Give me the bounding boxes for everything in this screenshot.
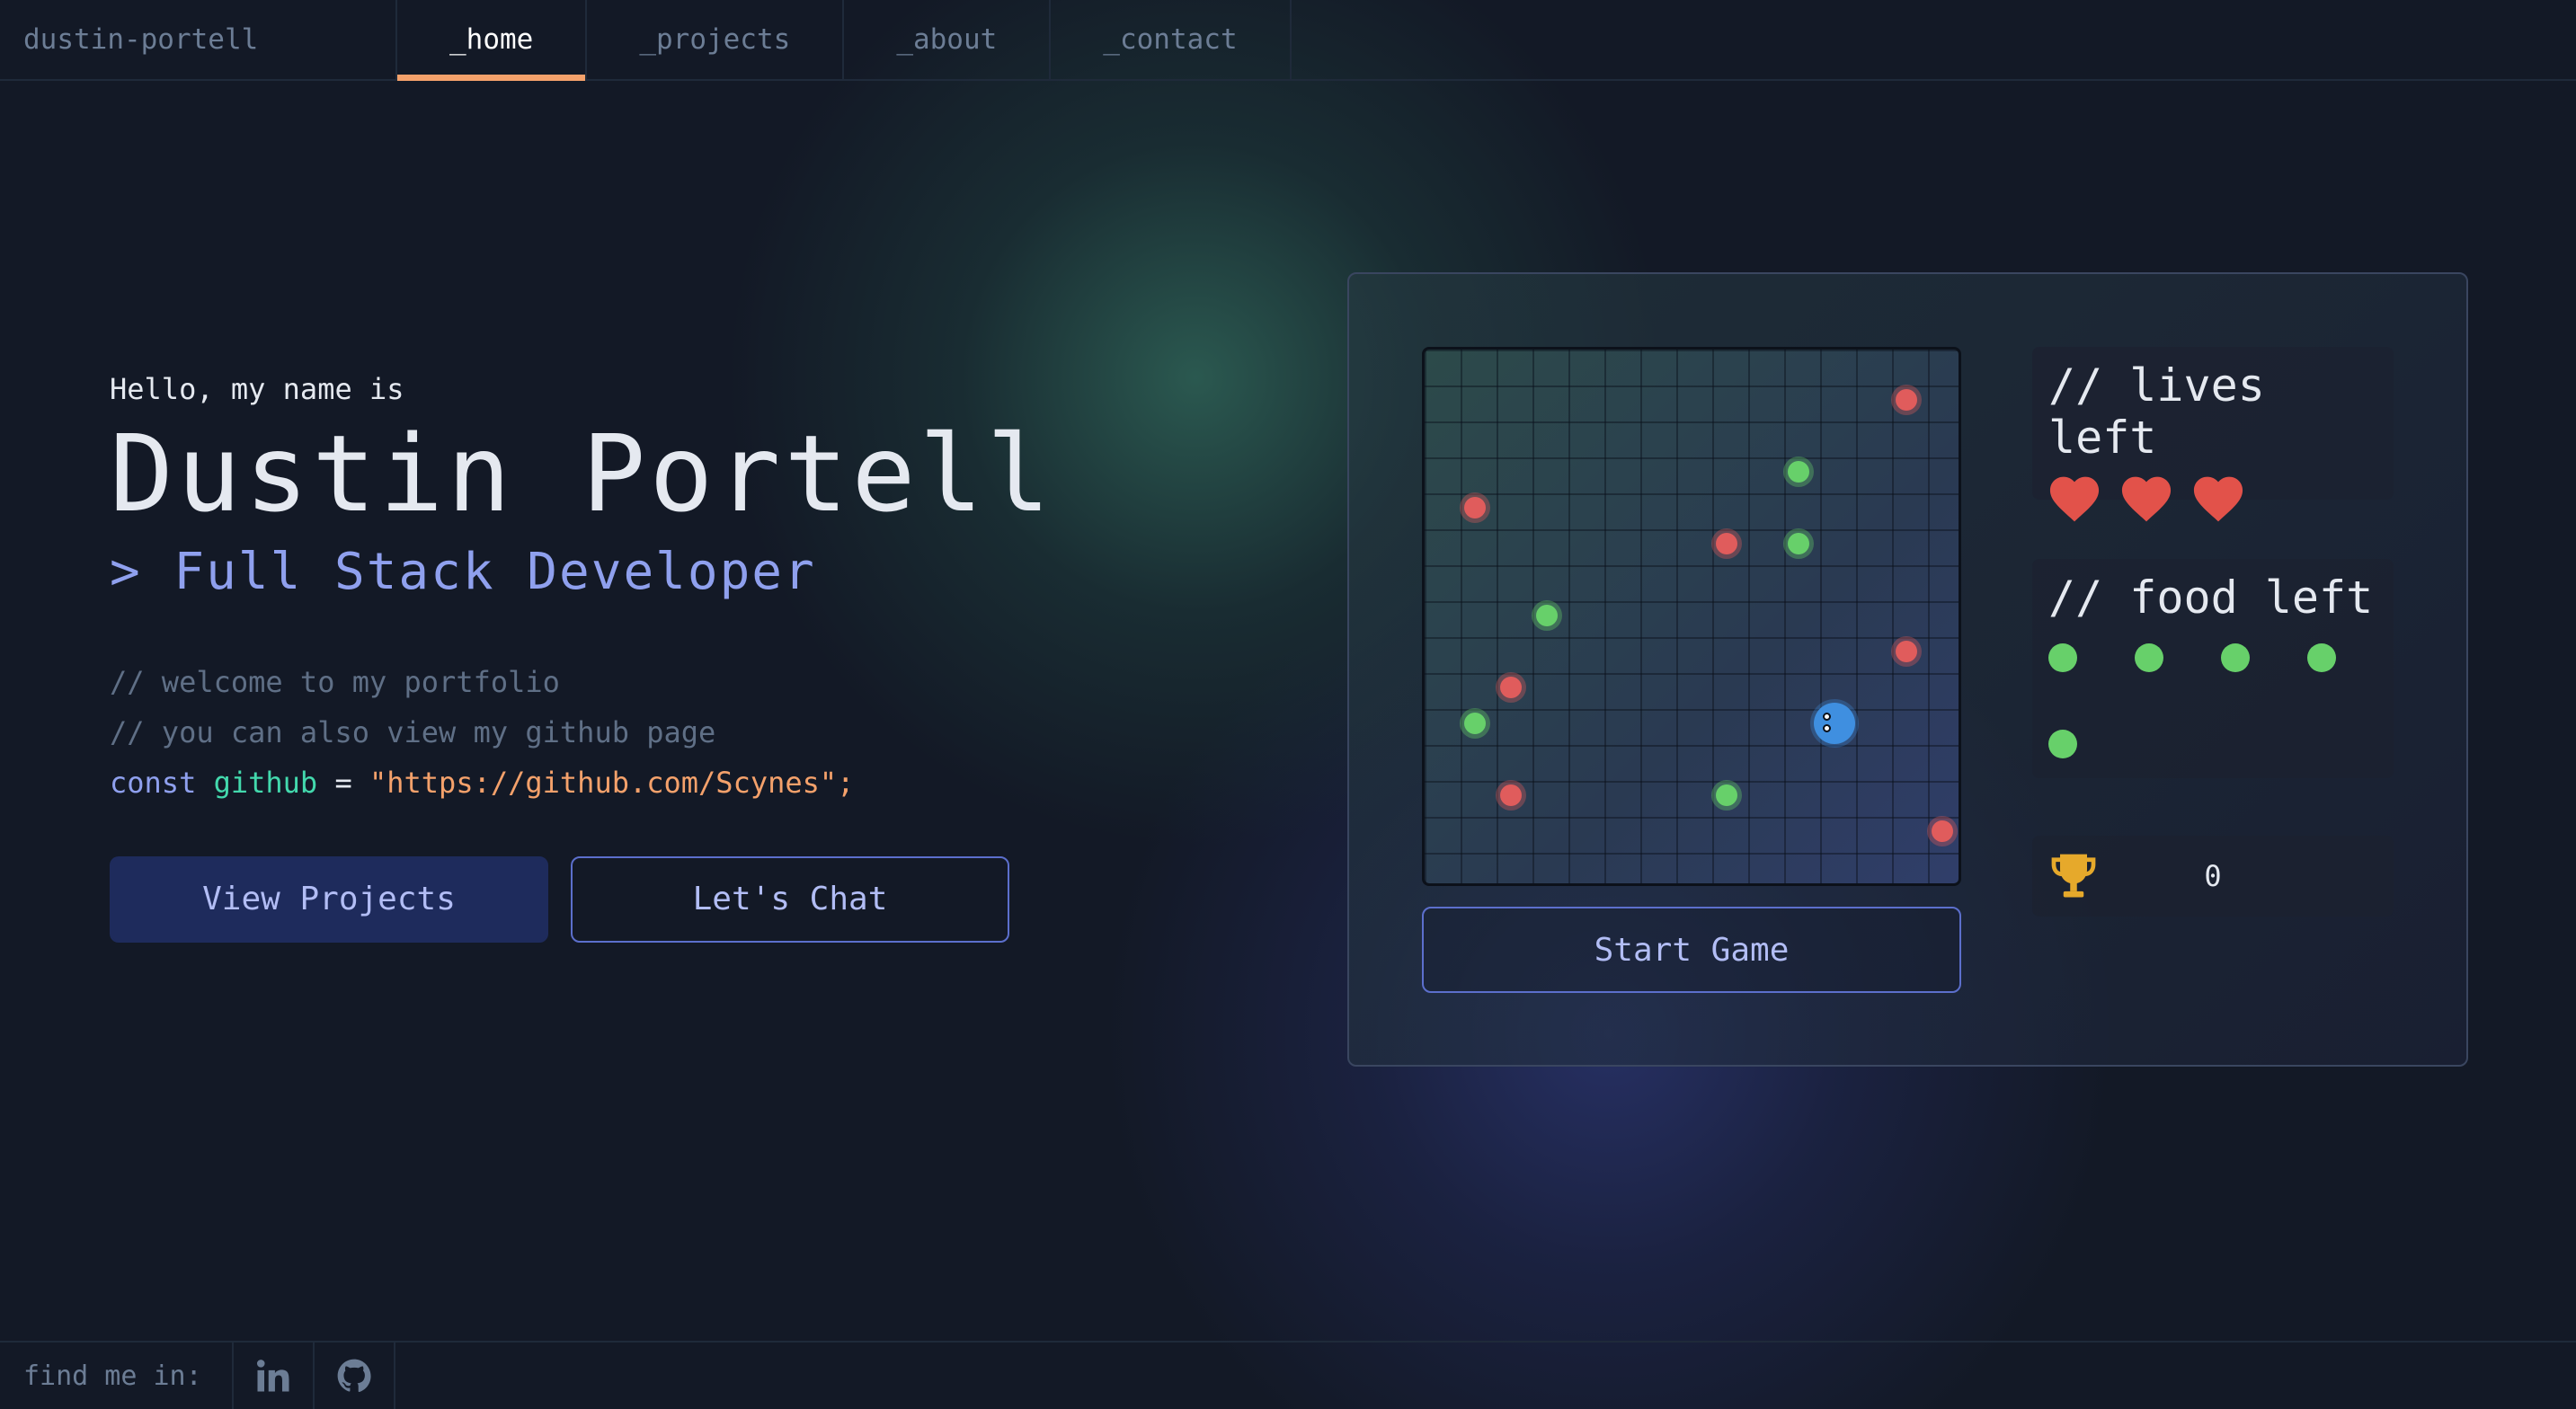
- score-box: 0: [2032, 836, 2394, 917]
- lives-title: // lives left: [2048, 359, 2265, 464]
- hero-buttons: View Projects Let's Chat: [110, 855, 1054, 943]
- enemy-dot: [1932, 820, 1953, 842]
- top-nav: dustin-portell _home _projects _about _c…: [0, 0, 2576, 81]
- food-left-dot: [2135, 643, 2163, 672]
- food-box: // food left: [2032, 559, 2394, 778]
- linkedin-link[interactable]: [234, 1343, 315, 1409]
- github-icon: [337, 1359, 371, 1393]
- snake-eye: [1823, 713, 1831, 721]
- lets-chat-button[interactable]: Let's Chat: [571, 855, 1009, 943]
- github-code-line: const github = "https://github.com/Scyne…: [110, 758, 1054, 808]
- start-game-button[interactable]: Start Game: [1422, 907, 1961, 993]
- tab-home[interactable]: _home: [397, 0, 588, 81]
- food-title: // food left: [2048, 572, 2374, 624]
- score-value: 0: [2204, 859, 2222, 893]
- code-operator: =: [334, 765, 352, 800]
- github-social-link[interactable]: [315, 1343, 395, 1409]
- food-left-dot: [2221, 643, 2250, 672]
- food-left-dot: [2048, 643, 2077, 672]
- enemy-dot: [1500, 784, 1522, 806]
- enemy-dot: [1896, 389, 1917, 411]
- enemy-dot: [1896, 641, 1917, 662]
- hearts-row: [2032, 464, 2394, 534]
- tab-contact[interactable]: _contact: [1051, 0, 1292, 79]
- comment-welcome: // welcome to my portfolio: [110, 664, 560, 699]
- linkedin-icon: [256, 1360, 289, 1392]
- comment-github: // you can also view my github page: [110, 714, 716, 749]
- code-keyword: const: [110, 765, 197, 800]
- enemy-dot: [1500, 677, 1522, 698]
- tab-about[interactable]: _about: [844, 0, 1052, 79]
- view-projects-button[interactable]: View Projects: [110, 855, 548, 943]
- hero-role: > Full Stack Developer: [110, 542, 816, 601]
- food-dot: [1464, 713, 1486, 734]
- food-dot: [1536, 605, 1558, 626]
- snake-head: [1814, 703, 1855, 744]
- lives-box: // lives left: [2032, 347, 2394, 522]
- game-board[interactable]: [1422, 347, 1961, 886]
- food-left-dot: [2307, 643, 2336, 672]
- github-link[interactable]: "https://github.com/Scynes";: [369, 766, 854, 800]
- enemy-dot: [1464, 497, 1486, 518]
- tab-projects[interactable]: _projects: [587, 0, 845, 79]
- enemy-dot: [1716, 533, 1737, 554]
- heart-icon: [2121, 476, 2172, 522]
- snake-game-panel: Start Game // lives left // food left 0: [1347, 272, 2468, 1067]
- hero-section: Hello, my name is Dustin Portell > Full …: [110, 372, 1054, 943]
- code-variable: github: [213, 765, 318, 800]
- snake-eye: [1823, 724, 1831, 732]
- code-comments: // welcome to my portfolio // you can al…: [110, 657, 1054, 808]
- food-left-grid: [2032, 624, 2394, 778]
- brand-name[interactable]: dustin-portell: [0, 0, 397, 79]
- greeting-text: Hello, my name is: [110, 372, 404, 406]
- footer: find me in:: [0, 1341, 2576, 1409]
- food-dot: [1788, 533, 1809, 554]
- hero-name: Dustin Portell: [110, 412, 1054, 536]
- heart-icon: [2193, 476, 2243, 522]
- heart-icon: [2049, 476, 2100, 522]
- trophy-icon: [2051, 854, 2096, 898]
- food-dot: [1716, 784, 1737, 806]
- food-left-dot: [2048, 730, 2077, 758]
- food-dot: [1788, 461, 1809, 483]
- find-me-label: find me in:: [0, 1343, 234, 1409]
